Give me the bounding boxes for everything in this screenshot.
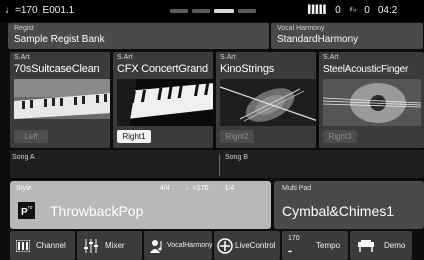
tempo-dots-icon: ▪▪▪▪ <box>288 249 292 255</box>
acoustic-guitar-image <box>323 79 421 126</box>
registration-label: Regist <box>14 25 34 32</box>
voice-type-label: S.Art <box>117 54 133 61</box>
vocal-harmony-button-label: VocalHarmony <box>167 242 213 249</box>
transpose-value: 0 <box>364 5 370 16</box>
song-divider <box>219 154 220 176</box>
style-panel[interactable]: Style 4/4 ♩=170 1/4 P ro ThrowbackPop <box>10 181 271 229</box>
registration-value: Sample Regist Bank <box>14 34 105 45</box>
time-signature: 4/4 <box>160 185 170 192</box>
page-dot <box>238 9 256 13</box>
voice-section: S.Art 70sSuitcaseClean Left S.Art CFX Co… <box>10 52 424 148</box>
piano-icon <box>358 239 374 252</box>
violin-image <box>220 79 316 126</box>
status-tempo: ♩=170 <box>5 5 38 16</box>
svg-text:P: P <box>21 207 28 218</box>
voice-right3[interactable]: S.Art SteelAcousticFinger Right3 <box>319 52 424 148</box>
live-control-label: LiveControl <box>235 241 276 250</box>
level-meter-value: 0 <box>335 5 341 16</box>
bottom-menu-bar: Channel Mixer VocalHarmony LiveControl 1… <box>0 231 424 260</box>
page-dot-active <box>214 9 234 13</box>
voice-name: SteelAcousticFinger <box>323 64 409 75</box>
part-button-left[interactable]: Left <box>14 130 48 143</box>
song-panel: Song A Song B <box>10 150 424 178</box>
live-control-button[interactable]: LiveControl <box>214 231 280 260</box>
voice-right1[interactable]: S.Art CFX ConcertGrand Right1 <box>113 52 213 148</box>
demo-button[interactable]: Demo <box>350 231 412 260</box>
grand-piano-image <box>117 79 213 126</box>
demo-label: Demo <box>384 241 406 250</box>
part-button-right2[interactable]: Right2 <box>220 130 254 143</box>
multipad-name: Cymbal&Chimes1 <box>282 203 395 219</box>
voice-name: KinoStrings <box>220 63 275 75</box>
voice-type-label: S.Art <box>14 54 30 61</box>
style-label: Style <box>16 185 32 192</box>
voice-left[interactable]: S.Art 70sSuitcaseClean Left <box>10 52 110 148</box>
vocal-harmony-icon <box>150 239 164 253</box>
song-b-label[interactable]: Song B <box>225 154 248 161</box>
voice-type-label: S.Art <box>323 54 339 61</box>
svg-text:ro: ro <box>28 205 33 211</box>
vocal-harmony-value: StandardHarmony <box>277 34 359 45</box>
part-button-right1[interactable]: Right1 <box>117 130 151 143</box>
level-meter-icon: ▌▌▌▌▌ <box>308 5 328 14</box>
page-indicator <box>170 9 256 13</box>
electric-piano-image <box>14 79 110 126</box>
part-button-right3[interactable]: Right3 <box>323 130 357 143</box>
status-song-position: E001.1 <box>42 5 75 16</box>
vocal-harmony-label: Vocal Harmony <box>277 25 325 32</box>
vocal-harmony-button[interactable]: VocalHarmony <box>144 231 213 260</box>
clock: 04:2 <box>377 5 398 16</box>
channel-label: Channel <box>36 241 66 250</box>
status-bar: ♩=170 E001.1 ▌▌▌▌▌ 0 ♯♭ 0 04:2 <box>0 0 424 22</box>
tempo-button[interactable]: 170 ▪▪▪▪ Tempo <box>282 231 348 260</box>
page-dot <box>170 9 188 13</box>
channel-icon <box>16 239 30 252</box>
song-a-label[interactable]: Song A <box>12 154 35 161</box>
pro-style-logo-icon: P ro <box>18 202 35 219</box>
mixer-icon <box>83 238 99 253</box>
channel-button[interactable]: Channel <box>10 231 75 260</box>
tempo-label: Tempo <box>316 241 341 250</box>
style-meta: 4/4 ♩=170 1/4 <box>160 185 234 192</box>
voice-name: CFX ConcertGrand <box>117 63 208 75</box>
mixer-button[interactable]: Mixer <box>77 231 142 260</box>
transpose-icon: ♯♭ <box>348 5 358 14</box>
registration-panel[interactable]: Regist Sample Regist Bank <box>8 23 269 49</box>
beat-position: 1/4 <box>224 185 235 192</box>
voice-name: 70sSuitcaseClean <box>14 63 100 75</box>
mixer-label: Mixer <box>105 241 125 250</box>
page-dot <box>192 9 210 13</box>
vocal-harmony-panel[interactable]: Vocal Harmony StandardHarmony <box>271 23 423 49</box>
voice-right2[interactable]: S.Art KinoStrings Right2 <box>216 52 316 148</box>
tempo-value: 170 <box>288 235 300 242</box>
live-control-icon <box>217 237 233 254</box>
multipad-panel[interactable]: Multi Pad Cymbal&Chimes1 <box>274 181 424 229</box>
style-name: ThrowbackPop <box>50 203 144 219</box>
style-tempo: ♩=170 <box>185 185 209 192</box>
multipad-label: Multi Pad <box>282 185 312 192</box>
voice-type-label: S.Art <box>220 54 236 61</box>
